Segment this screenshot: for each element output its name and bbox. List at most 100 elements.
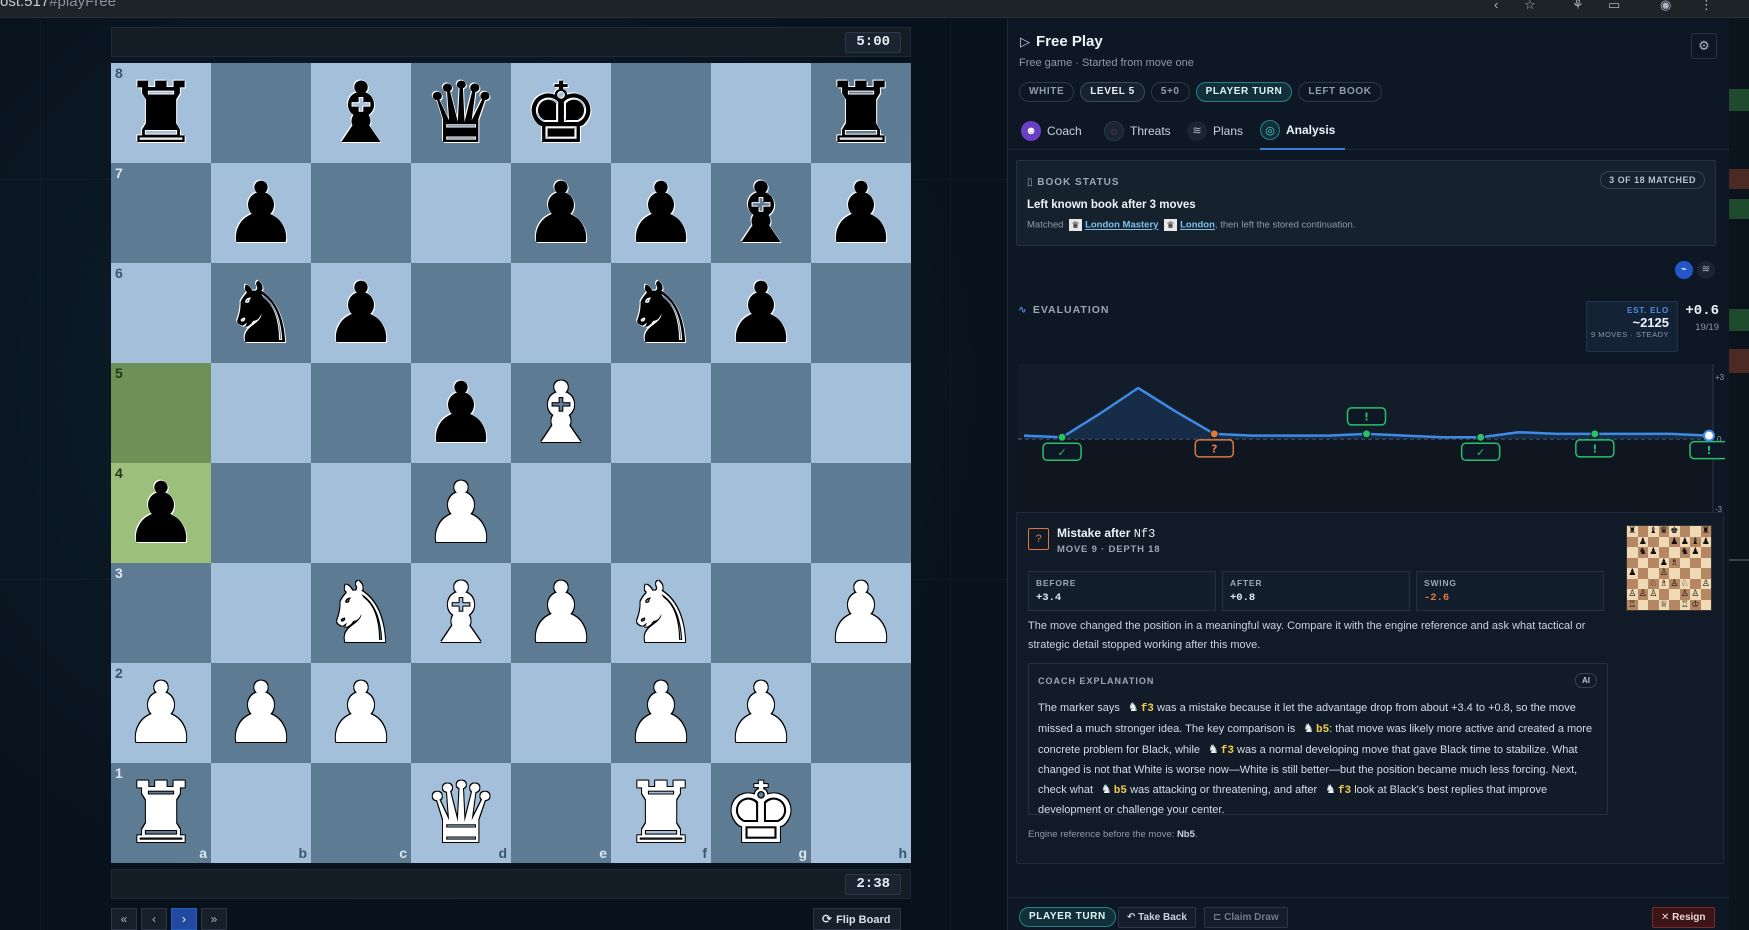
layers-toggle[interactable]: ≋ <box>1697 261 1715 279</box>
tab-threats[interactable]: ◌ Threats <box>1104 112 1171 150</box>
square-f2[interactable]: ♟ <box>611 663 711 763</box>
square-c5[interactable] <box>311 363 411 463</box>
book-line-link-2[interactable]: London <box>1180 220 1215 231</box>
square-a6[interactable]: 6 <box>111 263 211 363</box>
black-bishop[interactable]: ♝ <box>311 63 411 163</box>
square-e5[interactable]: ♝ <box>511 363 611 463</box>
square-e4[interactable] <box>511 463 611 563</box>
square-h3[interactable]: ♟ <box>811 563 911 663</box>
settings-button[interactable]: ⚙ <box>1691 33 1717 59</box>
square-e1[interactable]: e <box>511 763 611 863</box>
white-pawn[interactable]: ♟ <box>711 663 811 763</box>
square-c3[interactable]: ♞ <box>311 563 411 663</box>
square-d7[interactable] <box>411 163 511 263</box>
black-queen[interactable]: ♛ <box>411 63 511 163</box>
white-rook[interactable]: ♜ <box>611 763 711 863</box>
square-f3[interactable]: ♞ <box>611 563 711 663</box>
square-b1[interactable]: b <box>211 763 311 863</box>
square-g3[interactable] <box>711 563 811 663</box>
tab-coach[interactable]: ☻ Coach <box>1021 112 1082 150</box>
square-c6[interactable]: ♟ <box>311 263 411 363</box>
square-h7[interactable]: ♟ <box>811 163 911 263</box>
black-pawn[interactable]: ♟ <box>711 263 811 363</box>
square-h2[interactable] <box>811 663 911 763</box>
square-h1[interactable]: h <box>811 763 911 863</box>
black-pawn[interactable]: ♟ <box>811 163 911 263</box>
square-a4[interactable]: 4 ♟ <box>111 463 211 563</box>
square-a8[interactable]: 8 ♜ <box>111 63 211 163</box>
square-b2[interactable]: ♟ <box>211 663 311 763</box>
square-h5[interactable] <box>811 363 911 463</box>
evaluation-graph[interactable]: +30-3✓ ?!✓!! <box>1018 364 1725 514</box>
square-c1[interactable]: c <box>311 763 411 863</box>
square-d6[interactable] <box>411 263 511 363</box>
white-queen[interactable]: ♛ <box>411 763 511 863</box>
white-pawn[interactable]: ♟ <box>811 563 911 663</box>
white-pawn[interactable]: ♟ <box>611 663 711 763</box>
profile-icon[interactable]: ◉ <box>1660 0 1671 13</box>
black-bishop[interactable]: ♝ <box>711 163 811 263</box>
square-d1[interactable]: d ♛ <box>411 763 511 863</box>
star-icon[interactable]: ☆ <box>1524 0 1536 13</box>
square-g8[interactable] <box>711 63 811 163</box>
square-b4[interactable] <box>211 463 311 563</box>
square-a1[interactable]: 1 a ♜ <box>111 763 211 863</box>
black-knight[interactable]: ♞ <box>611 263 711 363</box>
black-rook[interactable]: ♜ <box>111 63 211 163</box>
black-pawn[interactable]: ♟ <box>311 263 411 363</box>
square-f5[interactable] <box>611 363 711 463</box>
square-d2[interactable] <box>411 663 511 763</box>
square-a5[interactable]: 5 <box>111 363 211 463</box>
square-g1[interactable]: g ♚ <box>711 763 811 863</box>
square-g6[interactable]: ♟ <box>711 263 811 363</box>
square-e7[interactable]: ♟ <box>511 163 611 263</box>
menu-icon[interactable]: ⋮ <box>1700 0 1713 13</box>
square-e8[interactable]: ♚ <box>511 63 611 163</box>
square-h4[interactable] <box>811 463 911 563</box>
white-pawn[interactable]: ♟ <box>111 663 211 763</box>
square-g4[interactable] <box>711 463 811 563</box>
square-g2[interactable]: ♟ <box>711 663 811 763</box>
square-e3[interactable]: ♟ <box>511 563 611 663</box>
white-rook[interactable]: ♜ <box>111 763 211 863</box>
book-line-link-1[interactable]: London Mastery <box>1085 220 1158 231</box>
square-b5[interactable] <box>211 363 311 463</box>
white-pawn[interactable]: ♟ <box>211 663 311 763</box>
white-knight[interactable]: ♞ <box>611 563 711 663</box>
white-bishop[interactable]: ♝ <box>411 563 511 663</box>
square-f7[interactable]: ♟ <box>611 163 711 263</box>
black-rook[interactable]: ♜ <box>811 63 911 163</box>
previous-move-button[interactable]: ‹ <box>141 908 167 930</box>
square-d3[interactable]: ♝ <box>411 563 511 663</box>
extensions-icon[interactable]: ⚘ <box>1572 0 1584 13</box>
black-pawn[interactable]: ♟ <box>511 163 611 263</box>
square-a3[interactable]: 3 <box>111 563 211 663</box>
black-pawn[interactable]: ♟ <box>411 363 511 463</box>
window-icon[interactable]: ▭ <box>1608 0 1620 13</box>
square-f8[interactable] <box>611 63 711 163</box>
white-bishop[interactable]: ♝ <box>511 363 611 463</box>
square-b3[interactable] <box>211 563 311 663</box>
flip-board-button[interactable]: ⟳ Flip Board <box>813 908 902 930</box>
square-f1[interactable]: f ♜ <box>611 763 711 863</box>
next-move-button[interactable]: › <box>171 908 197 930</box>
square-f4[interactable] <box>611 463 711 563</box>
square-g7[interactable]: ♝ <box>711 163 811 263</box>
square-d4[interactable]: ♟ <box>411 463 511 563</box>
white-king[interactable]: ♚ <box>711 763 811 863</box>
white-knight[interactable]: ♞ <box>311 563 411 663</box>
square-h6[interactable] <box>811 263 911 363</box>
white-pawn[interactable]: ♟ <box>511 563 611 663</box>
square-e6[interactable] <box>511 263 611 363</box>
square-c2[interactable]: ♟ <box>311 663 411 763</box>
square-b7[interactable]: ♟ <box>211 163 311 263</box>
position-thumbnail[interactable]: ♜ ♝ ♛ ♚ ♜ ♟ ♟ ♟ ♝ ♟ ♞ ♟ ♞ ♟ ♟ ♗ ♟ ♙ ♘ ♗ ♙ ♘ ♙ ♙ ♙ ♙ ♙ ♙ ♖ ♕ ♖ ♔ <box>1626 525 1712 611</box>
claim-draw-button[interactable]: ⊏ Claim Draw <box>1204 907 1288 928</box>
first-move-button[interactable]: « <box>111 908 137 930</box>
black-pawn[interactable]: ♟ <box>111 463 211 563</box>
square-a2[interactable]: 2 ♟ <box>111 663 211 763</box>
square-d8[interactable]: ♛ <box>411 63 511 163</box>
share-icon[interactable]: ‹ <box>1494 0 1498 12</box>
url-text[interactable]: ost:517#playFree <box>0 0 116 10</box>
white-pawn[interactable]: ♟ <box>311 663 411 763</box>
